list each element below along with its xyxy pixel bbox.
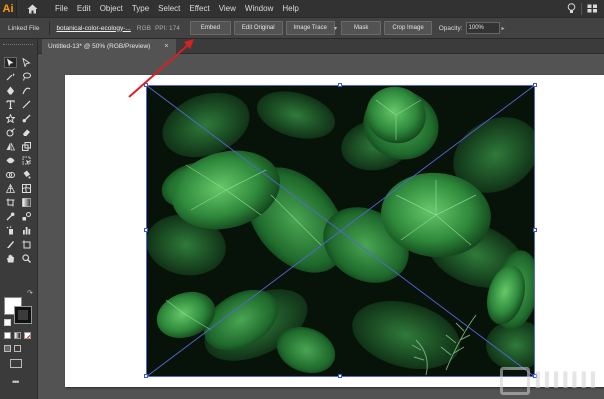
crop-image-button[interactable]: Crop Image <box>384 21 432 35</box>
line-segment-tool-icon[interactable] <box>20 99 33 110</box>
none-button-icon[interactable] <box>24 332 31 339</box>
blend-tool-icon[interactable] <box>20 211 33 222</box>
close-tab-icon[interactable]: × <box>164 43 168 50</box>
width-tool-icon[interactable] <box>4 155 17 166</box>
menu-bar: Ai File Edit Object Type Select Effect V… <box>0 0 604 17</box>
menu-object[interactable]: Object <box>100 4 123 13</box>
menu-effect[interactable]: Effect <box>189 4 209 13</box>
shaper-tool-icon[interactable] <box>4 127 17 138</box>
lasso-tool-icon[interactable] <box>20 71 33 82</box>
tools-panel: ↷ ••• <box>0 39 38 399</box>
linked-file-name[interactable]: botanical-color-ecology-... <box>56 25 130 32</box>
eyedropper-tool-icon[interactable] <box>4 211 17 222</box>
toolbar-divider <box>49 21 51 35</box>
resize-handle-top-center[interactable] <box>338 83 342 87</box>
color-mode-row <box>4 332 31 339</box>
linked-file-label[interactable]: Linked File <box>8 25 39 32</box>
resize-handle-bottom-left[interactable] <box>144 374 148 378</box>
menu-edit[interactable]: Edit <box>77 4 91 13</box>
selection-tool-icon[interactable] <box>4 57 17 68</box>
resize-handle-top-left[interactable] <box>144 83 148 87</box>
star-tool-icon[interactable] <box>4 113 17 124</box>
column-graph-tool-icon[interactable] <box>20 225 33 236</box>
document-tab-strip: Untitled-13* @ 50% (RGB/Preview) × <box>38 39 604 54</box>
type-tool-icon[interactable] <box>4 99 17 110</box>
zoom-tool-icon[interactable] <box>20 253 33 264</box>
swap-fill-stroke-icon[interactable]: ↷ <box>27 289 33 297</box>
menu-view[interactable]: View <box>219 4 236 13</box>
mask-button[interactable]: Mask <box>340 21 382 35</box>
placed-image-leaves[interactable] <box>146 85 535 377</box>
panel-grip[interactable] <box>3 44 33 48</box>
opacity-dropdown-icon[interactable]: ▸ <box>502 25 505 32</box>
image-trace-button[interactable]: Image Trace <box>285 21 335 35</box>
curvature-tool-icon[interactable] <box>20 85 33 96</box>
color-mode-label: RGB <box>136 24 151 32</box>
resize-handle-top-right[interactable] <box>533 83 537 87</box>
home-icon[interactable] <box>23 0 41 17</box>
document-tab-title: Untitled-13* @ 50% (RGB/Preview) <box>48 43 151 50</box>
shape-builder-tool-icon[interactable] <box>4 169 17 180</box>
watermark-logo: IIIIIII <box>499 367 598 395</box>
opacity-input[interactable]: 100% <box>465 22 500 34</box>
draw-normal-icon[interactable] <box>4 345 11 352</box>
resize-handle-bottom-center[interactable] <box>338 374 342 378</box>
default-fill-stroke-icon[interactable] <box>4 319 11 326</box>
magic-wand-tool-icon[interactable] <box>4 71 17 82</box>
app-logo[interactable]: Ai <box>0 0 17 17</box>
leaves-photo <box>146 85 535 377</box>
gradient-tool-icon[interactable] <box>20 197 33 208</box>
paintbrush-tool-icon[interactable] <box>20 113 33 124</box>
artboard-icon[interactable] <box>4 197 17 208</box>
canvas-area[interactable]: IIIIIII <box>38 54 604 399</box>
reflect-tool-icon[interactable] <box>4 141 17 152</box>
color-button-icon[interactable] <box>4 332 11 339</box>
resize-handle-middle-left[interactable] <box>144 228 148 232</box>
drawing-mode-row <box>4 345 21 352</box>
menu-file[interactable]: File <box>55 4 68 13</box>
menu-type[interactable]: Type <box>132 4 149 13</box>
symbol-sprayer-tool-icon[interactable] <box>4 225 17 236</box>
resize-handle-middle-right[interactable] <box>533 228 537 232</box>
illustrator-window: Ai File Edit Object Type Select Effect V… <box>0 0 604 399</box>
control-bar: Linked File botanical-color-ecology-... … <box>0 17 604 39</box>
artboard-tool-icon[interactable] <box>20 239 33 250</box>
slice-tool-icon[interactable] <box>4 239 17 250</box>
screen-mode-icon[interactable] <box>10 359 22 368</box>
menu-separator <box>581 2 582 15</box>
opacity-label: Opacity: <box>438 24 463 32</box>
draw-behind-icon[interactable] <box>14 345 21 352</box>
menu-help[interactable]: Help <box>282 4 298 13</box>
menu-select[interactable]: Select <box>158 4 180 13</box>
menu-window[interactable]: Window <box>245 4 273 13</box>
stroke-color-swatch[interactable] <box>14 306 32 324</box>
eraser-tool-icon[interactable] <box>20 127 33 138</box>
live-paint-bucket-tool-icon[interactable] <box>20 169 33 180</box>
scale-tool-icon[interactable] <box>20 141 33 152</box>
image-trace-dropdown-icon[interactable]: ▾ <box>334 25 337 32</box>
edit-toolbar-icon[interactable]: ••• <box>12 377 20 387</box>
lightbulb-icon[interactable] <box>567 3 576 14</box>
hand-tool-icon[interactable] <box>4 253 17 264</box>
mesh-tool-icon[interactable] <box>20 183 33 194</box>
pen-tool-icon[interactable] <box>4 85 17 96</box>
menu-right-group <box>567 0 604 17</box>
perspective-grid-tool-icon[interactable] <box>4 183 17 194</box>
gradient-button-icon[interactable] <box>14 332 21 339</box>
edit-original-button[interactable]: Edit Original <box>233 21 283 35</box>
watermark-text-icon: IIIIIII <box>533 368 598 394</box>
workspace-switcher-icon[interactable] <box>587 4 598 13</box>
document-tab[interactable]: Untitled-13* @ 50% (RGB/Preview) × <box>42 39 176 54</box>
ppi-label: PPI: 174 <box>154 24 180 32</box>
direct-selection-tool-icon[interactable] <box>20 57 33 68</box>
free-transform-tool-icon[interactable] <box>20 155 33 166</box>
watermark-box-icon <box>499 367 530 395</box>
embed-button[interactable]: Embed <box>189 21 231 35</box>
